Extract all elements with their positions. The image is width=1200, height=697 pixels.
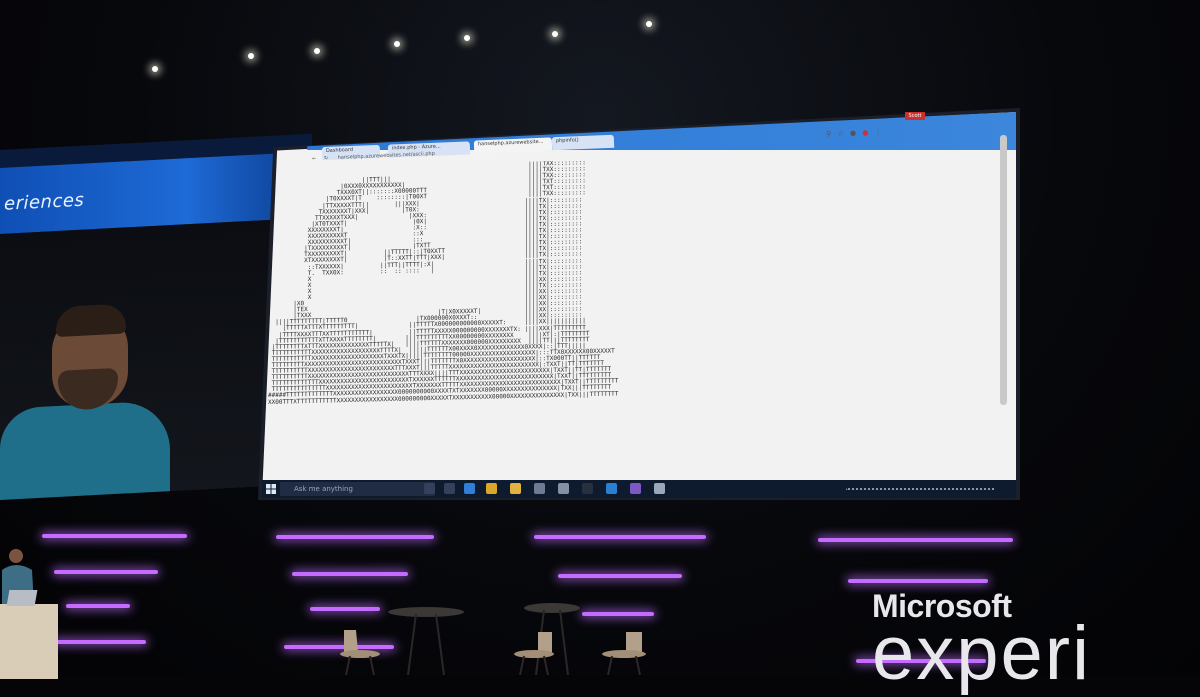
ascii-art-page-content: ||||TXX::::::::: ||||TXX::::::::: ||TTT|… — [268, 156, 760, 478]
microphone-icon[interactable] — [424, 483, 435, 494]
windows-start-icon[interactable] — [266, 484, 276, 494]
profile-badge[interactable]: Scott — [905, 112, 925, 120]
presenter-video-feed — [0, 218, 290, 500]
calculator-icon[interactable] — [558, 483, 569, 494]
laptop — [6, 590, 38, 606]
profile-label: Scott — [908, 113, 922, 119]
tab-label: phpinfo() — [555, 137, 579, 145]
stage-light-bar — [66, 604, 130, 608]
stage-light-bar — [534, 535, 706, 539]
event-banner-text: eriences — [4, 189, 85, 215]
tab-label: Dashboard — [325, 146, 354, 155]
extension-icon[interactable]: ● — [862, 129, 868, 137]
vscode-icon[interactable] — [606, 483, 617, 494]
stage-chair — [602, 632, 646, 675]
file-explorer-icon[interactable] — [510, 483, 521, 494]
stage-light-bar — [42, 534, 187, 538]
terminal-icon[interactable] — [582, 483, 593, 494]
ceiling-spotlight — [464, 35, 470, 41]
chrome-icon[interactable] — [486, 483, 497, 494]
podium — [0, 604, 58, 679]
taskbar-search-box[interactable]: Ask me anything — [280, 482, 435, 496]
store-icon[interactable] — [534, 483, 545, 494]
app-icon[interactable] — [654, 483, 665, 494]
task-view-icon[interactable] — [444, 483, 455, 494]
ceiling-spotlight — [248, 53, 254, 59]
settings-icon[interactable]: ⋮ — [874, 128, 881, 136]
stage-light-bar — [310, 607, 380, 611]
visual-studio-icon[interactable] — [630, 483, 641, 494]
stage-light-bar — [54, 640, 146, 644]
stage-light-bar — [54, 570, 158, 574]
presenter-shirt — [0, 400, 170, 500]
stage-light-bar — [848, 579, 988, 583]
stage-light-bar — [292, 572, 408, 576]
edge-icon[interactable] — [464, 483, 475, 494]
ceiling-spotlight — [552, 31, 558, 37]
ceiling-spotlight — [646, 21, 652, 27]
system-tray-icons[interactable] — [846, 488, 996, 492]
page-scrollbar[interactable] — [1000, 135, 1007, 405]
stage-chair — [340, 630, 380, 675]
stage-light-bar — [558, 574, 682, 578]
stage-light-bar — [276, 535, 434, 539]
ceiling-spotlight — [152, 66, 158, 72]
stage-table — [388, 607, 464, 675]
presenter-hair — [56, 303, 126, 338]
search-placeholder: Ask me anything — [294, 485, 353, 493]
ceiling-spotlight — [394, 41, 400, 47]
stage-light-bar — [818, 538, 1013, 542]
star-icon[interactable]: ☆ — [837, 129, 844, 137]
extension-icon[interactable]: ● — [850, 129, 856, 137]
stage-light-bar — [582, 612, 654, 616]
back-icon[interactable]: ← — [312, 156, 316, 162]
stage-chair — [514, 632, 554, 675]
refresh-icon[interactable]: ↻ — [324, 155, 328, 161]
experiences-logo-text: experi — [872, 611, 1091, 696]
search-icon[interactable]: ⚲ — [826, 130, 831, 138]
ceiling-spotlight — [314, 48, 320, 54]
